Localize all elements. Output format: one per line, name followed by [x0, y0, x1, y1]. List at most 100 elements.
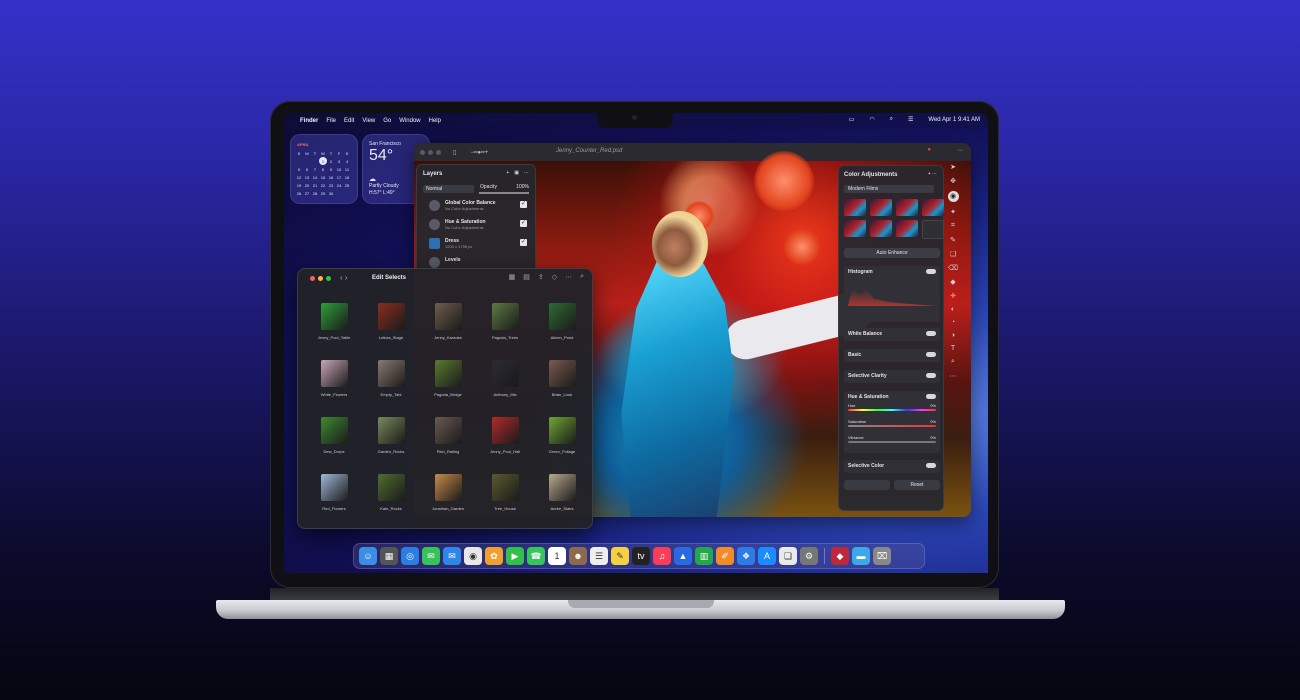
layer-row[interactable]: Global Color Balance No Color Adjustments…	[423, 198, 529, 214]
layer-row[interactable]: Dress 1203 x 1755 px ✓	[423, 236, 529, 252]
finder-file-item[interactable]: Garden_Rocks	[363, 415, 419, 472]
preset-thumbnail[interactable]	[896, 199, 918, 216]
finder-file-item[interactable]: Rich_Railing	[420, 415, 476, 472]
trash-icon[interactable]: ⌧	[873, 547, 891, 565]
forward-icon[interactable]: ›	[345, 273, 348, 282]
finder-file-item[interactable]: Tree_House	[477, 472, 533, 529]
layer-mask-icon[interactable]: ▣	[514, 170, 519, 176]
hue-slider[interactable]: Hue 0%	[848, 403, 936, 411]
tag-icon[interactable]: ◇	[552, 273, 557, 281]
fill-tool-icon[interactable]: ◆	[950, 278, 955, 286]
adjust-tool-icon[interactable]: ◉	[947, 191, 959, 202]
text-tool-icon[interactable]: T	[951, 345, 955, 352]
menu-view[interactable]: View	[362, 118, 375, 124]
reminders-icon[interactable]: ☰	[590, 547, 608, 565]
facetime-icon[interactable]: ▶	[506, 547, 524, 565]
layer-visibility-checkbox[interactable]: ✓	[520, 220, 527, 227]
app-store-icon[interactable]: A	[758, 547, 776, 565]
selective-color-section[interactable]: Selective Color	[844, 460, 940, 473]
vibrance-slider[interactable]: Vibrance 0%	[848, 435, 936, 443]
finder-file-item[interactable]: Anthony_Mis	[477, 358, 533, 415]
menu-window[interactable]: Window	[399, 118, 420, 124]
music-icon[interactable]: ♫	[653, 547, 671, 565]
finder-file-item[interactable]: Empty_Tabi	[363, 358, 419, 415]
saturation-slider[interactable]: Saturation 0%	[848, 419, 936, 427]
maps-icon[interactable]: ◉	[464, 547, 482, 565]
search-icon[interactable]: ⌕	[890, 116, 893, 123]
wifi-icon[interactable]: ◠	[869, 116, 874, 123]
safari-icon[interactable]: ◎	[401, 547, 419, 565]
finder-file-item[interactable]: Jenny_Karaoke	[420, 301, 476, 358]
finder-file-item[interactable]: Jonathan_Garden	[420, 472, 476, 529]
layer-visibility-checkbox[interactable]: ✓	[520, 239, 527, 246]
selective-clarity-toggle[interactable]	[926, 373, 936, 378]
smudge-tool-icon[interactable]: ◔	[951, 319, 955, 326]
notes-icon[interactable]: ✎	[611, 547, 629, 565]
add-layer-icon[interactable]: +	[506, 170, 509, 176]
battery-icon[interactable]: ▭	[849, 116, 855, 123]
layer-row[interactable]: Hue & Saturation No Color Adjustments ✓	[423, 217, 529, 233]
basic-section[interactable]: Basic	[844, 349, 940, 362]
instruments-icon[interactable]: ❖	[737, 547, 755, 565]
preset-thumbnail[interactable]	[896, 220, 918, 237]
finder-file-item[interactable]: Dew_Drops	[306, 415, 362, 472]
finder-icon[interactable]: ☺	[359, 547, 377, 565]
finder-file-item[interactable]: Red_Flowers	[306, 472, 362, 529]
contacts-icon[interactable]: ☻	[569, 547, 587, 565]
finder-file-item[interactable]: Kate_Rocks	[363, 472, 419, 529]
move-tool-icon[interactable]: ✥	[950, 177, 956, 185]
preset-thumbnail[interactable]	[844, 220, 866, 237]
minimize-button[interactable]	[428, 149, 433, 155]
reset-button[interactable]: Reset	[894, 480, 940, 490]
preset-thumbnail[interactable]	[844, 199, 866, 216]
preset-thumbnail[interactable]	[870, 220, 892, 237]
view-icon[interactable]: ▦	[509, 273, 516, 281]
menu-file[interactable]: File	[326, 118, 336, 124]
white-balance-section[interactable]: White Balance	[844, 328, 940, 341]
finder-file-item[interactable]: Leticia_Stage	[363, 301, 419, 358]
more-icon[interactable]: + ⋯	[928, 171, 937, 177]
menu-help[interactable]: Help	[429, 118, 441, 124]
zoom-tool-icon[interactable]: ⌕	[951, 358, 955, 366]
calendar-icon[interactable]: 1	[548, 547, 566, 565]
finder-file-item[interactable]: Jenny_Pool_Hall	[477, 415, 533, 472]
record-icon[interactable]: ●	[927, 147, 931, 153]
zoom-button[interactable]	[436, 149, 441, 155]
brush-tool-icon[interactable]: ✎	[950, 236, 956, 244]
finder-file-item[interactable]: Aileen_Pond	[534, 301, 590, 358]
photos-icon[interactable]: ✿	[485, 547, 503, 565]
histogram-toggle[interactable]	[926, 269, 936, 274]
finder-file-item[interactable]: Pagoda_Bridge	[420, 358, 476, 415]
settings-icon[interactable]: ⚙	[800, 547, 818, 565]
launchpad-icon[interactable]: ▦	[380, 547, 398, 565]
files-icon[interactable]: ❏	[779, 547, 797, 565]
tv-icon[interactable]: tv	[632, 547, 650, 565]
folder-icon[interactable]: ▬	[852, 547, 870, 565]
retouch-tool-icon[interactable]: ✚	[950, 292, 956, 300]
add-preset-button[interactable]	[922, 220, 944, 239]
finder-file-item[interactable]: White_Flowers	[306, 358, 362, 415]
blend-mode-select[interactable]: Normal	[423, 185, 474, 193]
compare-button[interactable]	[844, 480, 890, 490]
photomator-icon[interactable]: ◆	[831, 547, 849, 565]
eraser-tool-icon[interactable]: ⌫	[948, 264, 958, 272]
sparkle-tool-icon[interactable]: ✦	[950, 208, 956, 216]
finder-file-item[interactable]: Green_Foliage	[534, 415, 590, 472]
minimize-button[interactable]	[318, 276, 323, 281]
more-icon[interactable]: ⋯	[957, 147, 963, 154]
calendar-widget[interactable]: APRIL SMTWTFS 1234 5 6 7 8 9 10 11 12 13 14 15 16 1…	[290, 134, 358, 204]
menu-go[interactable]: Go	[383, 118, 391, 124]
preset-select[interactable]: Modern Films	[844, 185, 934, 193]
menu-edit[interactable]: Edit	[344, 118, 354, 124]
mail-icon[interactable]: ✉	[443, 547, 461, 565]
finder-file-item[interactable]: Brian_Look	[534, 358, 590, 415]
hue-saturation-toggle[interactable]	[926, 394, 936, 399]
auto-enhance-button[interactable]: Auto Enhance	[844, 248, 940, 258]
group-icon[interactable]: ▤	[523, 273, 530, 281]
clone-tool-icon[interactable]: ◐	[951, 306, 955, 313]
layer-visibility-checkbox[interactable]: ✓	[520, 201, 527, 208]
menu-clock[interactable]: Wed Apr 1 9:41 AM	[928, 117, 980, 123]
close-button[interactable]	[420, 149, 425, 155]
back-icon[interactable]: ‹	[340, 273, 343, 282]
menu-app-name[interactable]: Finder	[300, 118, 318, 124]
